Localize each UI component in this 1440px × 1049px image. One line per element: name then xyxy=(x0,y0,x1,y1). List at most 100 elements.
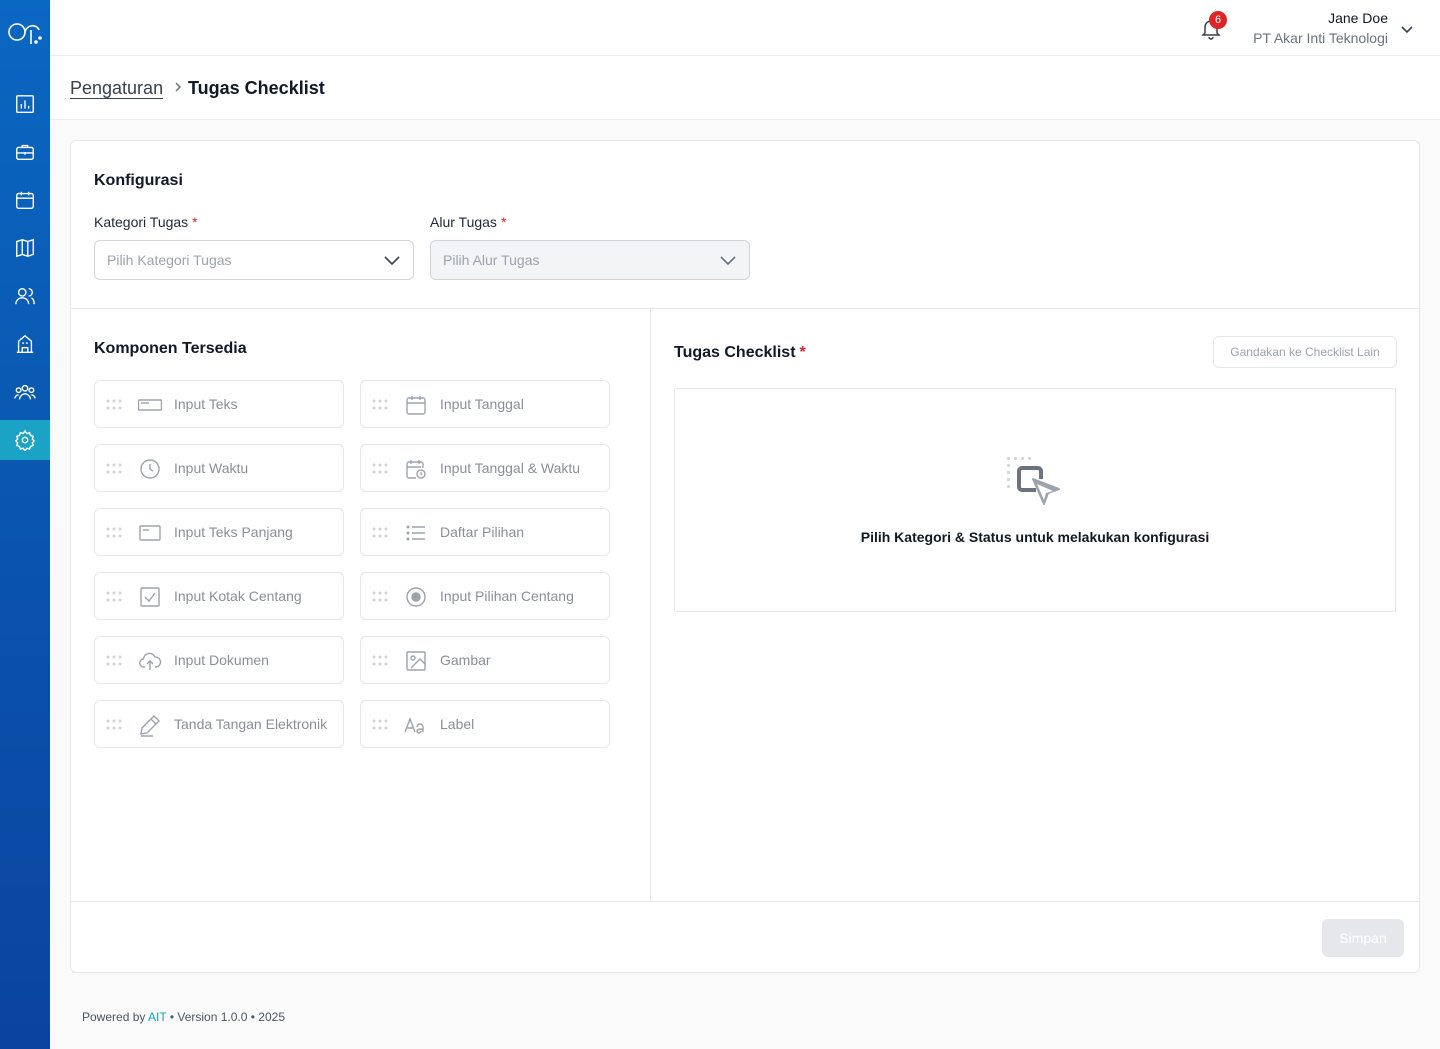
flow-select[interactable]: Pilih Alur Tugas xyxy=(430,240,750,280)
briefcase-icon xyxy=(16,144,34,161)
clock-icon xyxy=(140,459,160,479)
app-logo[interactable] xyxy=(7,16,43,50)
user-organization[interactable]: PT Akar Inti Teknologi xyxy=(1253,30,1388,46)
gear-icon xyxy=(14,429,36,451)
team-icon xyxy=(14,384,36,400)
required-mark: * xyxy=(192,214,198,230)
component-label: Input Waktu xyxy=(174,460,249,476)
sidebar-item-team[interactable] xyxy=(0,372,50,412)
textarea-icon xyxy=(139,525,161,541)
component-label: Input Pilihan Centang xyxy=(440,588,574,604)
drag-handle-icon[interactable] xyxy=(372,719,388,731)
page-title: Tugas Checklist xyxy=(188,78,325,98)
drag-handle-icon[interactable] xyxy=(106,719,122,731)
component-date-input[interactable]: Input Tanggal xyxy=(360,380,610,428)
drag-handle-icon[interactable] xyxy=(106,463,122,475)
component-text-input[interactable]: Input Teks xyxy=(94,380,344,428)
calendar-icon xyxy=(16,191,34,209)
checklist-config-card: Konfigurasi Kategori Tugas * Pilih Katego… xyxy=(70,140,1420,973)
required-mark: * xyxy=(500,214,507,230)
text-aa-icon xyxy=(404,717,424,734)
checkbox-icon xyxy=(140,587,160,607)
duplicate-checklist-button[interactable]: Gandakan ke Checklist Lain xyxy=(1213,336,1397,368)
radio-icon xyxy=(406,587,426,607)
drag-handle-icon[interactable] xyxy=(372,591,388,603)
component-label-text[interactable]: Label xyxy=(360,700,610,748)
drag-handle-icon[interactable] xyxy=(372,655,388,667)
component-label: Label xyxy=(440,716,475,732)
component-textarea[interactable]: Input Teks Panjang xyxy=(94,508,344,556)
flow-label: Alur Tugas * xyxy=(430,214,506,230)
drag-handle-icon[interactable] xyxy=(372,399,388,411)
image-icon xyxy=(406,651,426,671)
notification-badge: 6 xyxy=(1209,11,1227,29)
breadcrumb: Pengaturan Tugas Checklist xyxy=(50,56,1440,120)
users-icon xyxy=(15,287,35,305)
category-select[interactable]: Pilih Kategori Tugas xyxy=(94,240,414,280)
component-label: Input Tanggal xyxy=(440,396,524,412)
component-option-list[interactable]: Daftar Pilihan xyxy=(360,508,610,556)
checklist-dropzone[interactable]: Pilih Kategori & Status untuk melakukan … xyxy=(674,388,1396,612)
brand-link[interactable]: AIT xyxy=(148,1010,166,1024)
component-time-input[interactable]: Input Waktu xyxy=(94,444,344,492)
checklist-panel: Tugas Checklist * Gandakan ke Checklist L… xyxy=(651,309,1419,901)
sidebar-item-dashboard[interactable] xyxy=(0,84,50,124)
component-label: Input Tanggal & Waktu xyxy=(440,460,581,476)
drag-handle-icon[interactable] xyxy=(106,655,122,667)
calendar-icon xyxy=(406,396,426,415)
sidebar-item-building[interactable] xyxy=(0,324,50,364)
category-placeholder: Pilih Kategori Tugas xyxy=(107,252,232,268)
user-name[interactable]: Jane Doe xyxy=(1328,10,1388,26)
list-icon xyxy=(406,525,425,541)
breadcrumb-link-settings[interactable]: Pengaturan xyxy=(70,78,163,99)
sidebar-item-calendar[interactable] xyxy=(0,180,50,220)
flow-label-text: Alur Tugas xyxy=(430,214,497,230)
card-footer: Simpan xyxy=(71,901,1419,972)
cursor-select-icon xyxy=(1007,457,1060,505)
chevron-down-icon xyxy=(720,256,736,266)
category-label: Kategori Tugas * xyxy=(94,214,198,230)
chart-icon xyxy=(16,95,34,113)
powered-by-text: Powered by xyxy=(82,1010,146,1024)
sidebar-item-briefcase[interactable] xyxy=(0,132,50,172)
drag-handle-icon[interactable] xyxy=(372,527,388,539)
component-label: Gambar xyxy=(440,652,491,668)
configuration-section: Konfigurasi Kategori Tugas * Pilih Katego… xyxy=(71,141,1419,309)
component-document-input[interactable]: Input Dokumen xyxy=(94,636,344,684)
sidebar xyxy=(0,0,50,1049)
available-components-panel: Komponen Tersedia Input Teks Input Tangg… xyxy=(71,309,651,901)
component-label: Input Teks xyxy=(174,396,238,412)
component-checkbox-input[interactable]: Input Kotak Centang xyxy=(94,572,344,620)
drag-handle-icon[interactable] xyxy=(106,591,122,603)
sidebar-item-map[interactable] xyxy=(0,228,50,268)
chevron-down-icon[interactable] xyxy=(1400,22,1414,36)
component-label: Input Teks Panjang xyxy=(174,524,293,540)
version-text: • Version 1.0.0 • 2025 xyxy=(169,1010,285,1024)
required-mark: * xyxy=(799,344,806,361)
calendar-clock-icon xyxy=(406,460,426,479)
map-icon xyxy=(16,238,34,258)
pen-icon xyxy=(140,715,160,737)
component-label: Daftar Pilihan xyxy=(440,524,525,540)
chevron-right-icon xyxy=(175,82,182,92)
component-datetime-input[interactable]: Input Tanggal & Waktu xyxy=(360,444,610,492)
upload-icon xyxy=(139,652,162,670)
top-bar: 6 Jane Doe PT Akar Inti Teknologi xyxy=(50,0,1440,56)
page-footer: Powered by AIT • Version 1.0.0 • 2025 xyxy=(82,1010,285,1024)
component-label: Input Kotak Centang xyxy=(174,588,302,604)
component-e-signature[interactable]: Tanda Tangan Elektronik xyxy=(94,700,344,748)
checklist-title: Tugas Checklist * xyxy=(674,344,806,362)
drag-handle-icon[interactable] xyxy=(106,527,122,539)
drag-handle-icon[interactable] xyxy=(106,399,122,411)
drag-handle-icon[interactable] xyxy=(372,463,388,475)
text-input-icon xyxy=(138,399,162,411)
components-title: Komponen Tersedia xyxy=(94,340,247,357)
sidebar-item-settings[interactable] xyxy=(0,420,50,460)
flow-placeholder: Pilih Alur Tugas xyxy=(443,252,540,268)
sidebar-item-users[interactable] xyxy=(0,276,50,316)
component-radio-input[interactable]: Input Pilihan Centang xyxy=(360,572,610,620)
configuration-title: Konfigurasi xyxy=(94,172,183,189)
building-icon xyxy=(16,334,34,353)
save-button[interactable]: Simpan xyxy=(1322,919,1404,957)
component-image[interactable]: Gambar xyxy=(360,636,610,684)
